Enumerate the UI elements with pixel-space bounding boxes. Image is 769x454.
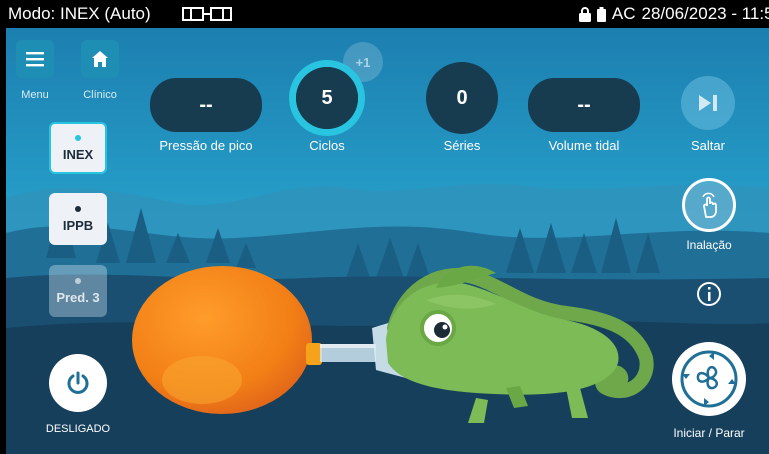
mode-pred3-button[interactable]: Pred. 3	[49, 265, 107, 317]
status-bar: Modo: INEX (Auto) AC 28/06/2023 - 11:54	[0, 0, 769, 28]
clinical-button[interactable]	[81, 40, 119, 78]
fan-cycle-icon	[680, 350, 738, 408]
mode-pred3-label: Pred. 3	[56, 289, 100, 305]
info-button[interactable]	[697, 282, 721, 306]
mode-inex-label: INEX	[62, 146, 94, 162]
peak-pressure-display: --	[150, 78, 262, 132]
mode-inex-button[interactable]: INEX	[49, 122, 107, 174]
series-label: Séries	[443, 138, 481, 153]
mode-indicator: Modo: INEX (Auto)	[8, 4, 151, 23]
hand-touch-icon	[702, 192, 717, 218]
lock-icon	[578, 6, 591, 22]
mode-ippb-indicator	[75, 205, 81, 212]
home-icon	[92, 51, 108, 67]
cycles-label: Ciclos	[309, 138, 345, 153]
hamburger-icon	[26, 52, 44, 67]
status-right: AC 28/06/2023 - 11:54	[578, 4, 769, 24]
cycles-display: 5	[289, 60, 365, 136]
power-icon	[67, 371, 89, 394]
skip-next-icon	[699, 95, 717, 111]
peak-pressure-label: Pressão de pico	[159, 138, 253, 153]
series-value: 0	[426, 62, 498, 134]
clinical-label: Clínico	[83, 89, 117, 101]
datetime: 28/06/2023 - 11:54	[641, 4, 769, 23]
device-screen: Modo: INEX (Auto) AC 28/06/2023 - 11:54	[0, 0, 769, 454]
info-icon	[708, 287, 711, 301]
skip-label: Saltar	[691, 138, 725, 153]
power-label: DESLIGADO	[45, 423, 111, 435]
power-source: AC	[611, 4, 636, 23]
battery-icon	[596, 6, 606, 22]
skip-button[interactable]	[681, 76, 735, 130]
menu-button[interactable]	[16, 40, 54, 78]
start-stop-button[interactable]	[672, 342, 746, 416]
mode-ippb-button[interactable]: IPPB	[49, 193, 107, 245]
mode-ippb-label: IPPB	[62, 217, 94, 233]
mode-inex-indicator	[75, 134, 81, 141]
menu-label: Menu	[21, 89, 49, 101]
tidal-volume-label: Volume tidal	[548, 138, 620, 153]
start-stop-label: Iniciar / Parar	[673, 426, 745, 440]
mode-pred3-indicator	[75, 277, 81, 284]
tidal-volume-display: --	[528, 78, 640, 132]
lungs-icon	[182, 7, 232, 21]
inhalation-label: Inalação	[686, 238, 732, 252]
cycles-value: 5	[296, 67, 358, 129]
power-button[interactable]	[49, 354, 107, 412]
inhalation-button[interactable]	[682, 178, 736, 232]
main-scene: Menu Clínico -- Pressão de pico +1 5 Cic…	[6, 28, 769, 454]
